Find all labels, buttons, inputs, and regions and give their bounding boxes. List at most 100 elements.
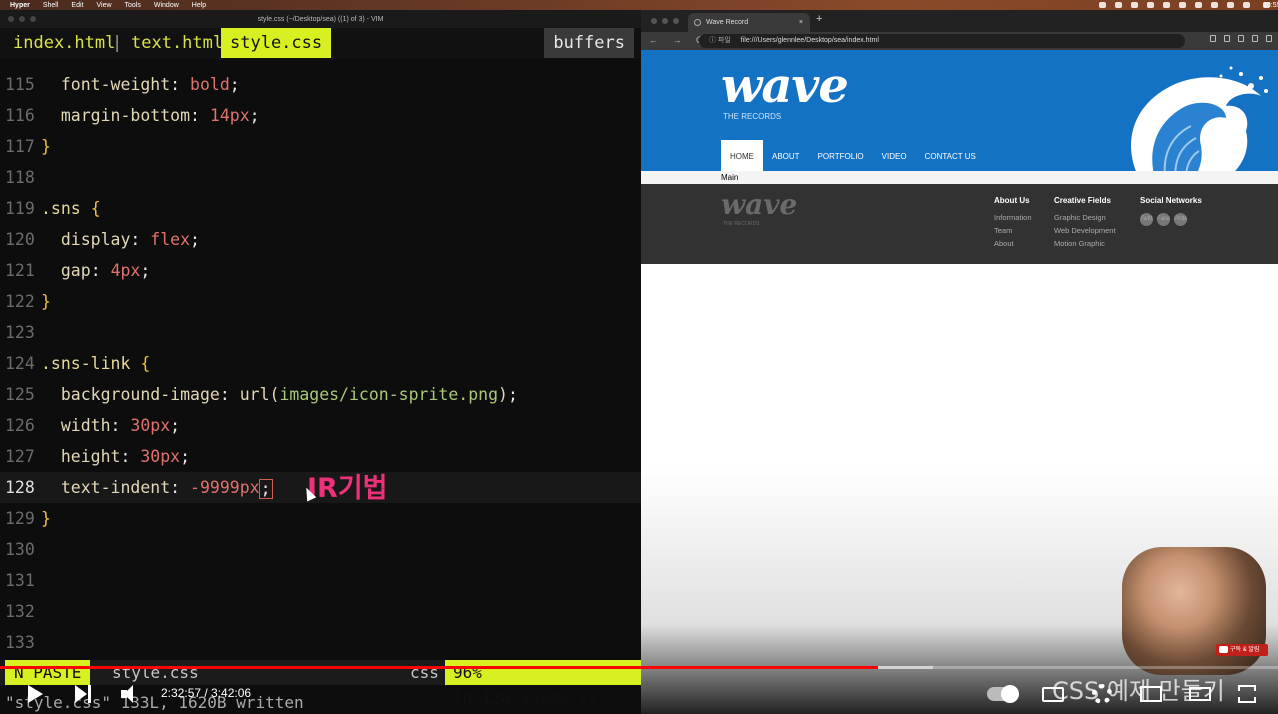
code-line: 121 gap: 4px; — [0, 255, 641, 286]
terminal-title: style.css (~/Desktop/sea) ((1) of 3) - V… — [257, 15, 384, 23]
status-icon[interactable] — [1115, 2, 1122, 8]
terminal-window[interactable]: style.css (~/Desktop/sea) ((1) of 3) - V… — [0, 10, 641, 714]
status-icon[interactable] — [1163, 2, 1170, 8]
share-icon[interactable] — [1210, 35, 1216, 42]
video-time: 2:32:57 / 3:42:06 — [161, 686, 252, 700]
menubar-clock: 10:55 — [1263, 2, 1278, 9]
browser-toolbar: ← → C ⓘ 파일 file:///Users/glennlee/Deskto… — [641, 32, 1278, 50]
new-tab-button[interactable]: + — [816, 13, 822, 25]
footer-link[interactable]: Motion Graphic — [1054, 239, 1116, 248]
terminal-titlebar: style.css (~/Desktop/sea) ((1) of 3) - V… — [0, 10, 641, 28]
menubar-item[interactable]: Window — [154, 2, 179, 9]
vim-tabline: index.html | text.html style.css buffers — [0, 28, 641, 59]
site-logo[interactable]: wave — [721, 58, 849, 114]
code-token: : — [170, 75, 191, 94]
browser-tab[interactable]: Wave Record × — [688, 13, 810, 32]
code-token: ; — [229, 75, 240, 94]
line-content: gap: 4px; — [41, 255, 150, 286]
extensions-icon[interactable] — [1238, 35, 1244, 42]
footer-link[interactable]: Graphic Design — [1054, 213, 1116, 222]
status-icon[interactable] — [1195, 2, 1202, 8]
code-token: flex — [150, 230, 191, 249]
social-links: Twitter Facebook Pinterest — [1140, 213, 1202, 226]
status-icon[interactable] — [1131, 2, 1138, 8]
tab-index-html[interactable]: index.html — [5, 28, 123, 58]
menubar-item[interactable]: Help — [192, 2, 206, 9]
status-icon[interactable] — [1211, 2, 1218, 8]
code-line: 119 .sns { — [0, 193, 641, 224]
menubar-item[interactable]: Tools — [125, 2, 141, 9]
video-progress-fill — [0, 666, 878, 669]
volume-icon[interactable] — [121, 685, 143, 703]
line-number: 127 — [5, 447, 35, 466]
main-label: Main — [721, 173, 739, 182]
line-content: display: flex; — [41, 224, 200, 255]
line-number: 116 — [5, 106, 35, 125]
video-progress-buffer — [877, 666, 933, 669]
line-number: 123 — [5, 323, 35, 342]
nav-item-contact-us[interactable]: CONTACT US — [916, 140, 985, 173]
footer-heading: Creative Fields — [1054, 196, 1111, 205]
gear-icon[interactable] — [1092, 684, 1112, 704]
code-token: : — [170, 478, 191, 497]
status-icon[interactable] — [1179, 2, 1186, 8]
menubar-item[interactable]: Edit — [71, 2, 83, 9]
address-bar[interactable]: ⓘ 파일 file:///Users/glennlee/Desktop/sea/… — [699, 34, 1185, 48]
footer-link[interactable]: Web Development — [1054, 226, 1116, 235]
nav-item-portfolio[interactable]: PORTFOLIO — [809, 140, 873, 173]
footer-link[interactable]: Team — [994, 226, 1032, 235]
nav-item-about[interactable]: ABOUT — [763, 140, 809, 173]
social-link[interactable]: Facebook — [1157, 213, 1170, 226]
footer-link[interactable]: Information — [994, 213, 1032, 222]
line-content: width: 30px; — [41, 410, 180, 441]
window-controls[interactable] — [8, 16, 36, 22]
menubar-item[interactable]: Hyper — [10, 2, 30, 9]
site-nav: HOME ABOUT PORTFOLIO VIDEO CONTACT US — [721, 140, 985, 173]
code-token: ; — [170, 416, 181, 435]
menubar-item[interactable]: View — [96, 2, 111, 9]
status-icon[interactable] — [1099, 2, 1106, 8]
next-icon[interactable] — [75, 685, 93, 703]
star-icon[interactable] — [1224, 35, 1230, 42]
play-icon[interactable] — [28, 685, 43, 703]
code-token: { — [90, 199, 101, 218]
tab-style-css[interactable]: style.css — [221, 28, 332, 58]
social-link[interactable]: Twitter — [1140, 213, 1153, 226]
close-tab-icon[interactable]: × — [799, 13, 803, 32]
mac-menubar: Hyper Shell Edit View Tools Window Help 10:55 — [0, 0, 1278, 10]
window-controls[interactable] — [651, 18, 679, 24]
autoplay-toggle[interactable] — [987, 685, 1019, 703]
wave-illustration — [1131, 66, 1268, 182]
code-line: 120 display: flex; — [0, 224, 641, 255]
tab-text-html[interactable]: text.html — [123, 28, 231, 58]
theater-mode-icon[interactable] — [1189, 687, 1211, 701]
sidebar-icon[interactable] — [1252, 35, 1258, 42]
status-icon[interactable] — [1243, 2, 1250, 8]
footer-link[interactable]: About — [994, 239, 1032, 248]
status-icon[interactable] — [1227, 2, 1234, 8]
nav-item-video[interactable]: VIDEO — [873, 140, 916, 173]
menu-icon[interactable] — [1266, 35, 1272, 42]
annotation-label: IR기법 — [307, 473, 388, 504]
code-token: ; — [190, 230, 200, 249]
line-number: 115 — [5, 75, 35, 94]
menubar-item[interactable]: Shell — [43, 2, 59, 9]
subscribe-badge[interactable]: 구독 & 알림 — [1216, 644, 1268, 656]
line-content: .sns { — [41, 193, 101, 224]
code-token: ; — [180, 447, 191, 466]
footer-logo: wave — [721, 188, 798, 221]
code-editor[interactable]: 115 font-weight: bold; 116 margin-bottom:… — [0, 69, 641, 658]
miniplayer-icon[interactable] — [1140, 686, 1162, 702]
code-line: 130 — [0, 534, 641, 565]
social-link[interactable]: Pinterest — [1174, 213, 1187, 226]
status-icon[interactable] — [1147, 2, 1154, 8]
fullscreen-icon[interactable] — [1238, 685, 1256, 703]
nav-item-home[interactable]: HOME — [721, 140, 763, 173]
code-token: { — [140, 354, 151, 373]
code-token: font-weight — [60, 75, 171, 94]
line-content: background-image: url(images/icon-sprite… — [41, 379, 518, 410]
code-line: 117} — [0, 131, 641, 162]
captions-icon[interactable] — [1042, 687, 1064, 702]
